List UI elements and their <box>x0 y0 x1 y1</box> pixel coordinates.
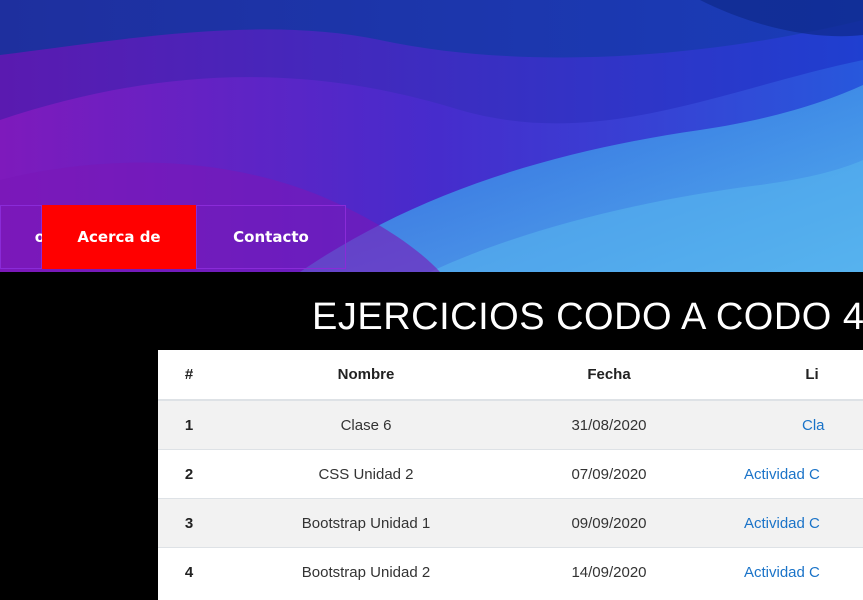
table-row: 1 Clase 6 31/08/2020 Cla <box>158 400 863 450</box>
nav-item-label: Contacto <box>233 228 309 246</box>
table-row: 2 CSS Unidad 2 07/09/2020 Actividad C <box>158 449 863 499</box>
table-header-row: # Nombre Fecha Li <box>158 350 863 401</box>
row-link[interactable]: Actividad C <box>744 466 820 483</box>
hero-banner: o Acerca de Contacto <box>0 0 863 272</box>
row-date: 09/09/2020 <box>571 514 647 532</box>
page-title: EJERCICIOS CODO A CODO 4.0 <box>312 296 863 338</box>
row-link-cell: Cla <box>706 400 863 450</box>
navbar: o Acerca de Contacto <box>0 205 346 271</box>
table-row: 4 Bootstrap Unidad 2 14/09/2020 Activida… <box>158 547 863 597</box>
table-row: 3 Bootstrap Unidad 1 09/09/2020 Activida… <box>158 498 863 548</box>
row-name: CSS Unidad 2 <box>318 465 414 483</box>
header-link: Li <box>706 350 863 401</box>
row-number: 3 <box>184 514 194 532</box>
header-number: # <box>158 350 220 401</box>
row-date: 07/09/2020 <box>571 465 647 483</box>
exercises-table: # Nombre Fecha Li 1 Clase 6 31/08/2020 C… <box>158 350 863 596</box>
header-date: Fecha <box>512 350 706 401</box>
nav-item-contacto[interactable]: Contacto <box>196 205 346 269</box>
nav-item-inicio[interactable]: o <box>0 205 45 269</box>
row-link[interactable]: Actividad C <box>744 564 820 581</box>
row-link-cell: Actividad C <box>706 548 863 597</box>
row-name: Clase 6 <box>340 416 392 434</box>
exercises-table-container: # Nombre Fecha Li 1 Clase 6 31/08/2020 C… <box>158 350 863 600</box>
nav-item-acerca-de[interactable]: Acerca de <box>42 205 196 269</box>
header-name: Nombre <box>220 350 512 401</box>
row-link[interactable]: Actividad C <box>744 515 820 532</box>
row-number: 1 <box>184 416 194 434</box>
row-link[interactable]: Cla <box>802 417 825 434</box>
row-date: 31/08/2020 <box>571 416 647 434</box>
row-date: 14/09/2020 <box>571 563 647 581</box>
row-link-cell: Actividad C <box>706 450 863 499</box>
row-name: Bootstrap Unidad 1 <box>301 514 431 532</box>
row-number: 4 <box>184 563 194 581</box>
row-name: Bootstrap Unidad 2 <box>301 563 431 581</box>
nav-item-label: Acerca de <box>77 228 161 246</box>
row-link-cell: Actividad C <box>706 499 863 548</box>
row-number: 2 <box>184 465 194 483</box>
